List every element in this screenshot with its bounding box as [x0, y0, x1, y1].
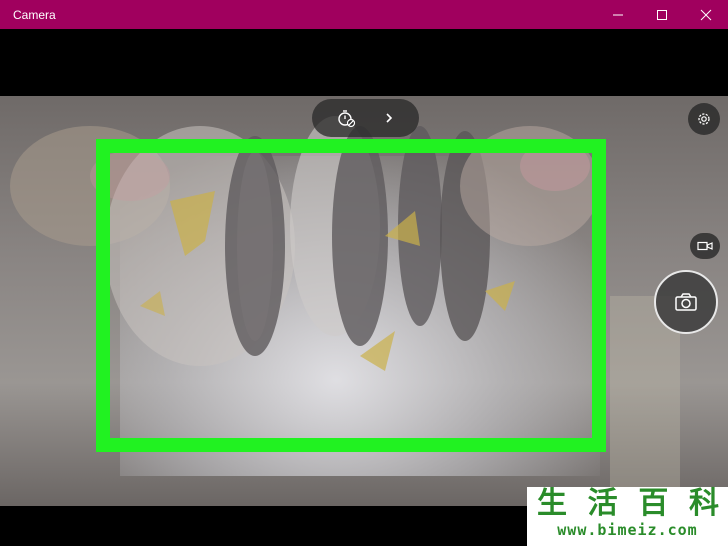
watermark-char: 科	[688, 486, 719, 521]
watermark-char: 活	[587, 486, 618, 521]
watermark-char: 百	[638, 486, 669, 521]
timer-off-icon[interactable]	[336, 108, 356, 128]
watermark-logo: 生 活 百 科	[533, 487, 723, 521]
settings-button[interactable]	[688, 103, 720, 135]
timer-toolbar	[312, 99, 419, 137]
video-mode-button[interactable]	[690, 233, 720, 259]
highlight-frame	[96, 139, 606, 452]
minimize-icon	[613, 14, 623, 15]
take-photo-button[interactable]	[654, 270, 718, 334]
maximize-button[interactable]	[640, 0, 684, 29]
window-title: Camera	[13, 7, 56, 22]
close-button[interactable]	[684, 0, 728, 29]
camera-icon	[675, 293, 697, 311]
watermark-url: www.bimeiz.com	[557, 521, 698, 539]
title-bar: Camera	[0, 0, 728, 29]
watermark: 生 活 百 科 www.bimeiz.com	[527, 487, 728, 546]
close-icon	[700, 9, 712, 20]
minimize-button[interactable]	[596, 0, 640, 29]
chevron-right-icon[interactable]	[383, 112, 395, 124]
gear-icon	[698, 113, 710, 125]
watermark-char: 生	[537, 486, 567, 521]
video-camera-icon	[697, 241, 713, 251]
maximize-icon	[657, 9, 667, 20]
